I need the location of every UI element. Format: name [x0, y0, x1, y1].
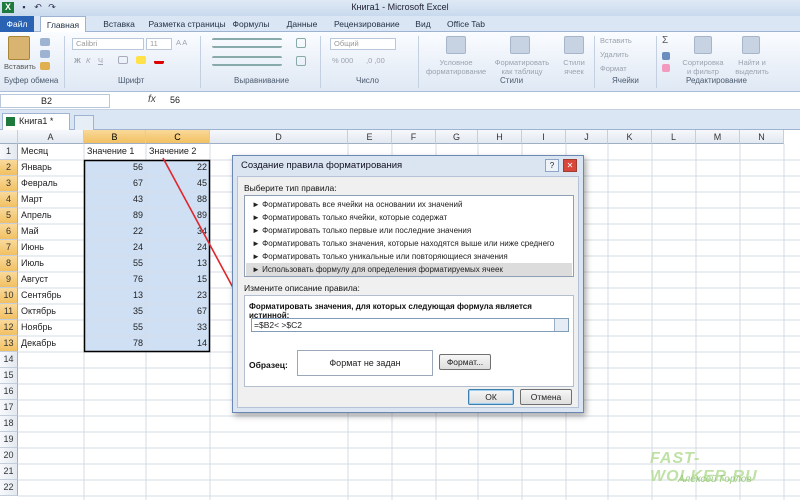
rule-type-list[interactable]: ► Форматировать все ячейки на основании …: [244, 195, 574, 277]
new-formatting-rule-dialog[interactable]: Создание правила форматирования ? ✕ Выбе…: [232, 155, 584, 413]
rule-type-label: Выберите тип правила:: [244, 183, 337, 193]
format-button[interactable]: Формат...: [439, 354, 491, 370]
rule-type-item[interactable]: ► Использовать формулу для определения ф…: [246, 263, 572, 276]
formula-value: =$B2< >$C2: [254, 320, 302, 330]
rule-type-item[interactable]: ► Форматировать только ячейки, которые с…: [246, 211, 572, 224]
rule-type-item[interactable]: ► Форматировать только уникальные или по…: [246, 250, 572, 263]
rule-type-item[interactable]: ► Форматировать только значения, которые…: [246, 237, 572, 250]
close-icon[interactable]: ✕: [563, 159, 577, 172]
dialog-title: Создание правила форматирования: [241, 160, 403, 171]
help-button[interactable]: ?: [545, 159, 559, 172]
dialog-body: Выберите тип правила: ► Форматировать вс…: [237, 176, 579, 408]
format-preview: Формат не задан: [297, 350, 433, 376]
formula-field[interactable]: =$B2< >$C2: [251, 318, 569, 332]
sample-label: Образец:: [249, 360, 288, 370]
rule-type-item[interactable]: ► Форматировать только первые или послед…: [246, 224, 572, 237]
ok-button[interactable]: ОК: [468, 389, 514, 405]
rule-type-item[interactable]: ► Форматировать все ячейки на основании …: [246, 198, 572, 211]
rule-description-label: Измените описание правила:: [244, 283, 360, 293]
watermark-author: Алексей Горлов: [678, 474, 752, 485]
cancel-button[interactable]: Отмена: [520, 389, 572, 405]
rule-description-box: Форматировать значения, для которых след…: [244, 295, 574, 387]
range-picker-icon[interactable]: [554, 319, 568, 331]
